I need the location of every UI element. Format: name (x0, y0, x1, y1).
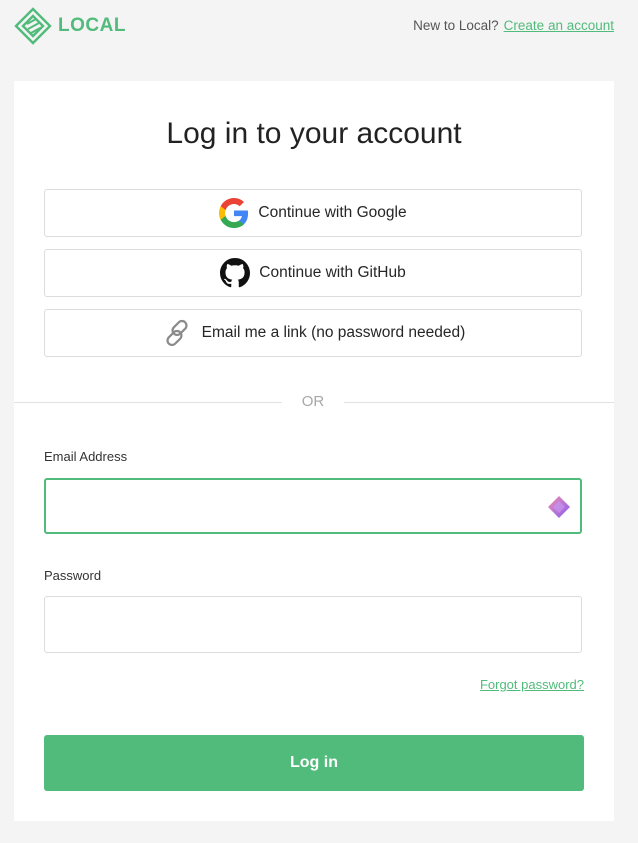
google-label: Continue with Google (258, 204, 407, 221)
password-field[interactable] (44, 596, 582, 653)
login-card: Log in to your account Continue with Goo… (14, 81, 614, 821)
email-link-button[interactable]: Email me a link (no password needed) (44, 309, 582, 357)
create-account-link[interactable]: Create an account (504, 18, 614, 33)
continue-with-google-button[interactable]: Continue with Google (44, 189, 582, 237)
logo[interactable]: LOCAL (14, 7, 126, 45)
page-title: Log in to your account (166, 117, 462, 150)
email-link-label: Email me a link (no password needed) (201, 324, 466, 341)
password-manager-icon[interactable] (546, 494, 572, 525)
login-button[interactable]: Log in (44, 735, 584, 791)
brand-name: LOCAL (58, 15, 126, 36)
signup-prompt-text: New to Local? (413, 18, 499, 33)
divider-right (344, 402, 614, 403)
local-logo-icon (14, 7, 52, 45)
github-label: Continue with GitHub (259, 264, 406, 281)
forgot-password-link[interactable]: Forgot password? (480, 677, 584, 692)
or-separator: OR (301, 393, 325, 410)
google-icon (219, 198, 249, 228)
github-icon (220, 258, 251, 288)
email-field[interactable] (44, 478, 582, 534)
password-label: Password (44, 568, 102, 583)
signup-prompt: New to Local? Create an account (413, 18, 614, 33)
top-bar: LOCAL New to Local? Create an account (0, 0, 638, 54)
continue-with-github-button[interactable]: Continue with GitHub (44, 249, 582, 297)
link-icon (161, 317, 193, 349)
email-label: Email Address (44, 449, 128, 464)
divider-left (14, 402, 282, 403)
